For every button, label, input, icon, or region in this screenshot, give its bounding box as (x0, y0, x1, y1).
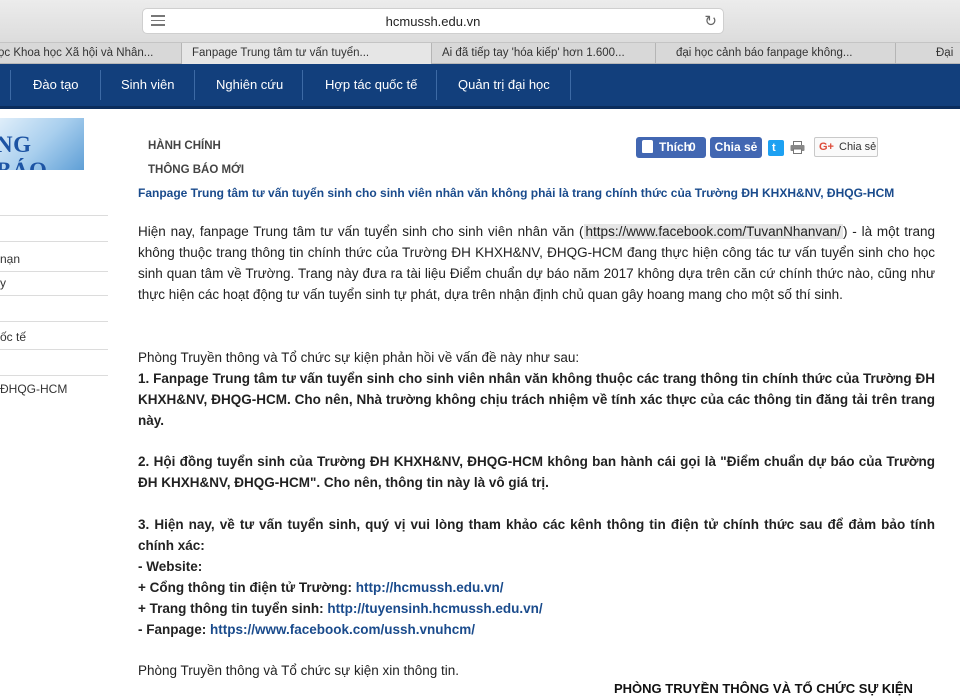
point-2: 2. Hội đồng tuyển sinh của Trường ĐH KHX… (138, 454, 935, 490)
sidebar-item[interactable] (0, 190, 108, 216)
browser-tab[interactable]: Ai đã tiếp tay 'hóa kiếp' hơn 1.600... (432, 43, 656, 64)
sidebar-item[interactable] (0, 216, 108, 242)
response-intro: Phòng Truyền thông và Tổ chức sự kiện ph… (138, 350, 580, 365)
portal-line: + Cổng thông tin điện tử Trường: http://… (138, 577, 935, 598)
nav-item-sinh-vien[interactable]: Sinh viên (121, 64, 174, 106)
sidebar-item[interactable] (0, 350, 108, 376)
nav-item-quan-tri-dai-hoc[interactable]: Quản trị đại học (458, 64, 550, 106)
article-title: Fanpage Trung tâm tư vấn tuyển sinh cho … (138, 186, 895, 200)
reload-icon[interactable]: ↻ (704, 12, 717, 30)
google-plus-icon: G+ (819, 141, 834, 153)
intro-text: Hiện nay, fanpage Trung tâm tư vấn tuyển… (138, 224, 584, 239)
fanpage-line: - Fanpage: https://www.facebook.com/ussh… (138, 619, 935, 640)
nav-separator (436, 70, 437, 100)
nav-separator (302, 70, 303, 100)
facebook-share-button[interactable]: Chia sẻ (710, 137, 762, 158)
thumbs-up-icon (642, 140, 653, 153)
google-plus-share-button[interactable]: G+ Chia sẻ (814, 137, 878, 157)
twitter-share-button[interactable]: t (768, 140, 784, 156)
point-3: 3. Hiện nay, về tư vấn tuyển sinh, quý v… (138, 517, 935, 553)
admissions-label: + Trang thông tin tuyển sinh: (138, 601, 328, 616)
admissions-link[interactable]: http://tuyensinh.hcmussh.edu.vn/ (327, 601, 542, 616)
main-nav: Đào tạo Sinh viên Nghiên cứu Hợp tác quố… (0, 64, 960, 109)
nav-separator (194, 70, 195, 100)
breadcrumb-subcategory[interactable]: THÔNG BÁO MỚI (148, 164, 244, 176)
nav-separator (570, 70, 571, 100)
nav-separator (100, 70, 101, 100)
sidebar-item[interactable] (0, 296, 108, 322)
tab-bar: ọc Khoa học Xã hội và Nhân... Fanpage Tr… (0, 42, 960, 64)
browser-tab[interactable]: Đại (896, 43, 960, 64)
website-label: - Website: (138, 559, 203, 574)
print-icon[interactable] (790, 141, 805, 154)
address-bar[interactable]: hcmussh.edu.vn ↻ (142, 8, 724, 34)
facebook-like-button[interactable]: Thích 0 (636, 137, 706, 158)
url-text: hcmussh.edu.vn (385, 14, 481, 29)
browser-tab-active[interactable]: Fanpage Trung tâm tư vấn tuyển... (182, 43, 432, 64)
sidebar-item[interactable]: ĐHQG-HCM (0, 376, 108, 402)
nav-separator (10, 70, 11, 100)
nav-item-hop-tac-quoc-te[interactable]: Hợp tác quốc tế (325, 64, 417, 106)
breadcrumb-category[interactable]: HÀNH CHÍNH (148, 140, 221, 152)
sidebar-item[interactable]: ốc tế (0, 324, 108, 350)
google-plus-label: Chia sẻ (839, 141, 877, 153)
browser-tab[interactable]: đại học cảnh báo fanpage không... (656, 43, 896, 64)
announcement-banner-logo[interactable]: NG BÁO (0, 118, 84, 170)
fanpage-link[interactable]: https://www.facebook.com/ussh.vnuhcm/ (210, 622, 475, 637)
browser-toolbar: hcmussh.edu.vn ↻ (0, 0, 960, 42)
article-intro: Hiện nay, fanpage Trung tâm tư vấn tuyển… (138, 221, 935, 305)
intro-fanpage-url[interactable]: https://www.facebook.com/TuvanNhanvan/ (583, 224, 843, 239)
twitter-icon: t (772, 142, 776, 154)
signature: PHÒNG TRUYỀN THÔNG VÀ TỔ CHỨC SỰ KIỆN (614, 681, 913, 696)
portal-label: + Cổng thông tin điện tử Trường: (138, 580, 356, 595)
browser-tab[interactable]: ọc Khoa học Xã hội và Nhân... (0, 43, 182, 64)
nav-item-nghien-cuu[interactable]: Nghiên cứu (216, 64, 283, 106)
admissions-line: + Trang thông tin tuyển sinh: http://tuy… (138, 598, 935, 619)
like-count: 0 (689, 140, 696, 154)
portal-link[interactable]: http://hcmussh.edu.vn/ (356, 580, 504, 595)
like-label: Thích (659, 140, 691, 154)
nav-item-dao-tao[interactable]: Đào tạo (33, 64, 79, 106)
sidebar-item[interactable]: nạn (0, 246, 108, 272)
logo-text: NG BÁO (0, 132, 47, 170)
fanpage-label: - Fanpage: (138, 622, 211, 637)
point-1: 1. Fanpage Trung tâm tư vấn tuyển sinh c… (138, 371, 935, 428)
sidebar-item[interactable]: y (0, 270, 108, 296)
closing-line: Phòng Truyền thông và Tổ chức sự kiện xi… (138, 663, 460, 678)
